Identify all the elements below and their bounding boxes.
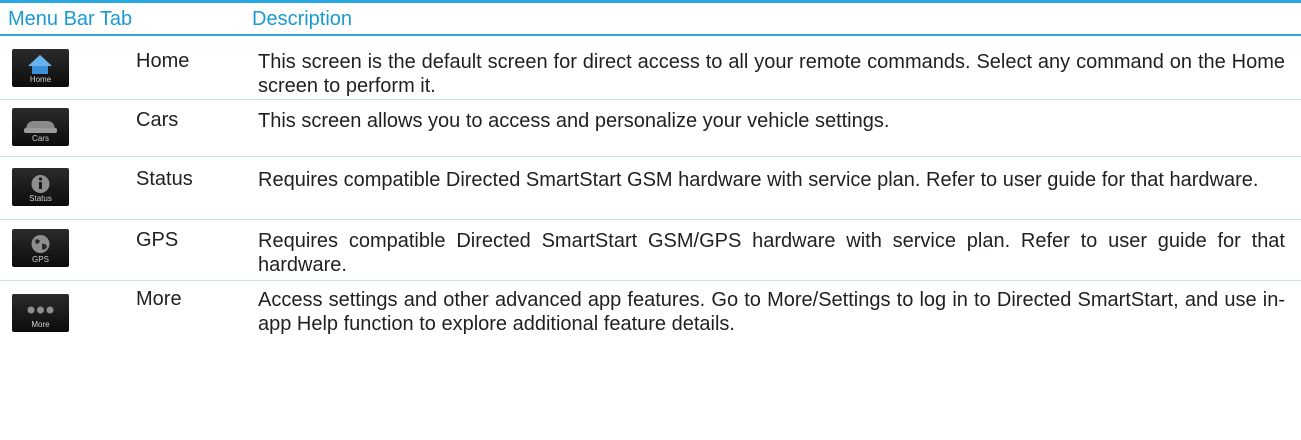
header-divider [0, 34, 1301, 36]
icon-caption: Status [29, 194, 52, 203]
icon-caption: Cars [32, 134, 49, 143]
row-divider [0, 156, 1301, 157]
status-tab-icon: Status [12, 168, 69, 206]
table-header: Menu Bar Tab Description [0, 3, 1301, 34]
more-tab-icon: More [12, 294, 69, 332]
column-header-description: Description [252, 8, 353, 30]
cars-tab-icon: Cars [12, 108, 69, 146]
tab-name: Status [136, 168, 193, 190]
tab-name: GPS [136, 229, 179, 251]
tab-name: Cars [136, 109, 179, 131]
tab-description: Requires compatible Directed SmartStart … [258, 169, 1259, 191]
row-divider [0, 99, 1301, 100]
tab-description: Requires compatible Directed SmartStart … [258, 230, 1285, 276]
column-header-menu-bar-tab: Menu Bar Tab [8, 8, 133, 30]
home-tab-icon: Home [12, 49, 69, 87]
row-divider [0, 280, 1301, 281]
tab-name: Home [136, 50, 190, 72]
tab-description: Access settings and other advanced app f… [258, 289, 1285, 335]
icon-caption: More [31, 320, 50, 329]
icon-caption: Home [29, 75, 52, 84]
tab-description: This screen allows you to access and per… [258, 110, 890, 132]
gps-tab-icon: GPS [12, 229, 69, 267]
icon-caption: GPS [32, 255, 49, 264]
tab-description: This screen is the default screen for di… [258, 51, 1285, 97]
row-divider [0, 219, 1301, 220]
tab-name: More [136, 288, 182, 310]
